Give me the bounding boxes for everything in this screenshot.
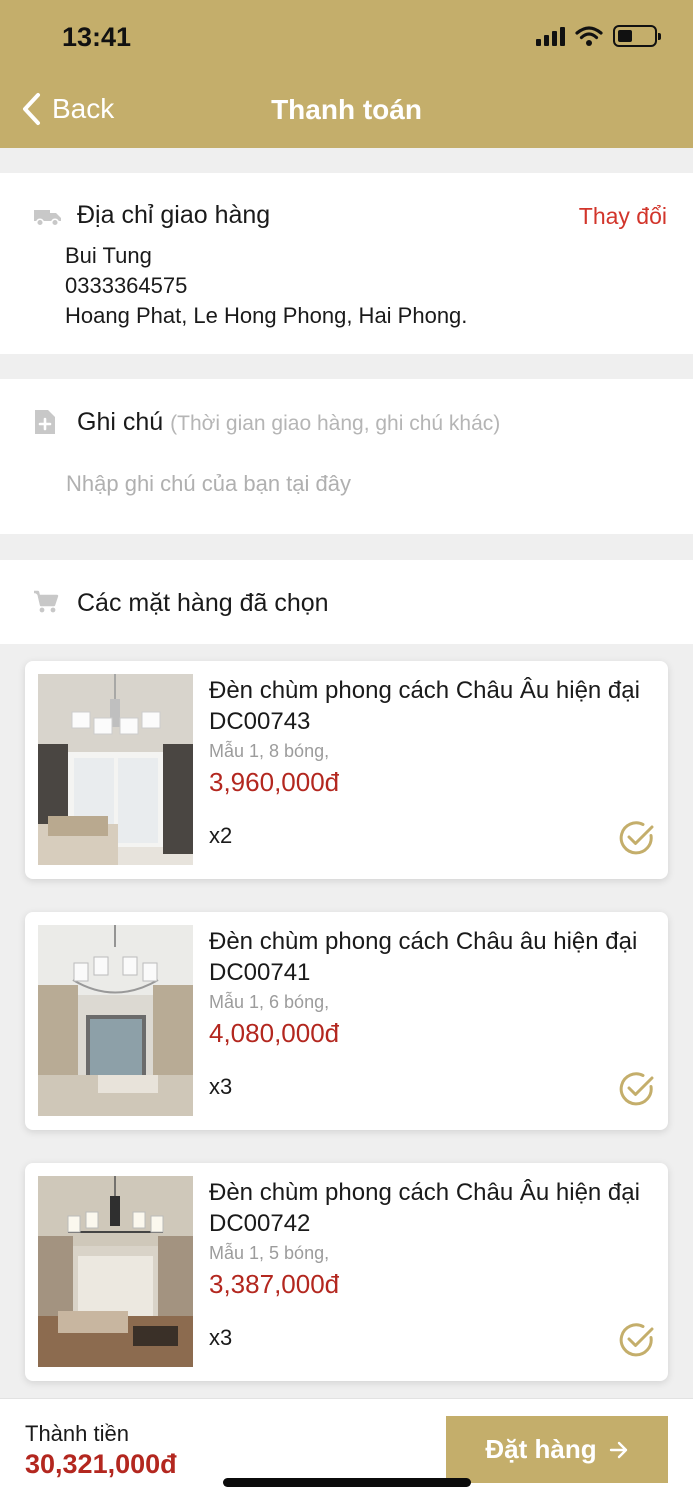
shipping-address-section: Địa chỉ giao hàng Thay đổi Bui Tung 0333… (0, 173, 693, 354)
note-title-row: Ghi chú (Thời gian giao hàng, ghi chú kh… (77, 408, 500, 437)
address-title: Địa chỉ giao hàng (77, 201, 271, 229)
arrow-right-icon (609, 1441, 627, 1458)
place-order-button[interactable]: Đặt hàng (446, 1416, 668, 1483)
product-variant: Mẫu 1, 5 bóng, (209, 1243, 330, 1263)
cart-item-card[interactable]: Đèn chùm phong cách Châu âu hiện đại DC0… (25, 912, 668, 1130)
cart-item-card[interactable]: Đèn chùm phong cách Châu Âu hiện đại DC0… (25, 1163, 668, 1381)
product-price: 3,960,000đ (209, 767, 340, 797)
product-quantity: x2 (209, 823, 233, 848)
product-quantity: x3 (209, 1074, 233, 1099)
selected-items-header: Các mặt hàng đã chọn (0, 560, 693, 644)
product-price: 3,387,000đ (209, 1269, 340, 1299)
product-quantity: x3 (209, 1325, 233, 1350)
truck-icon (34, 210, 61, 227)
cart-item-card[interactable]: Đèn chùm phong cách Châu Âu hiện đại DC0… (25, 661, 668, 879)
change-address-link[interactable]: Thay đổi (579, 203, 667, 230)
product-variant: Mẫu 1, 6 bóng, (209, 992, 330, 1012)
note-section: Ghi chú (Thời gian giao hàng, ghi chú kh… (0, 379, 693, 534)
status-time: 13:41 (62, 22, 132, 52)
total-label: Thành tiền (25, 1421, 129, 1446)
place-order-label: Đặt hàng (485, 1434, 597, 1464)
cart-icon (34, 590, 59, 613)
note-title: Ghi chú (77, 408, 164, 436)
product-variant: Mẫu 1, 8 bóng, (209, 741, 330, 761)
note-hint: (Thời gian giao hàng, ghi chú khác) (170, 412, 501, 435)
note-input[interactable] (66, 471, 646, 497)
selected-items-title: Các mặt hàng đã chọn (77, 589, 329, 617)
note-add-icon (35, 410, 55, 434)
product-image (38, 674, 193, 865)
recipient-phone: 0333364575 (65, 273, 188, 298)
product-image (38, 925, 193, 1116)
signal-icon (536, 26, 565, 46)
check-circle-icon[interactable] (618, 819, 656, 857)
home-indicator (223, 1478, 471, 1487)
recipient-address: Hoang Phat, Le Hong Phong, Hai Phong. (65, 303, 468, 328)
page-title: Thanh toán (271, 94, 422, 125)
product-name: Đèn chùm phong cách Châu Âu hiện đại DC0… (209, 677, 640, 735)
product-image (38, 1176, 193, 1367)
total-value: 30,321,000đ (25, 1449, 177, 1479)
recipient-name: Bui Tung (65, 243, 152, 268)
header-bar: 13:41 Back Thanh toán (0, 0, 693, 148)
check-circle-icon[interactable] (618, 1321, 656, 1359)
status-icons (536, 25, 661, 47)
battery-icon (613, 25, 661, 47)
product-price: 4,080,000đ (209, 1018, 340, 1048)
wifi-icon (575, 26, 603, 46)
product-name: Đèn chùm phong cách Châu âu hiện đại DC0… (209, 928, 638, 986)
product-name: Đèn chùm phong cách Châu Âu hiện đại DC0… (209, 1179, 640, 1237)
check-circle-icon[interactable] (618, 1070, 656, 1108)
